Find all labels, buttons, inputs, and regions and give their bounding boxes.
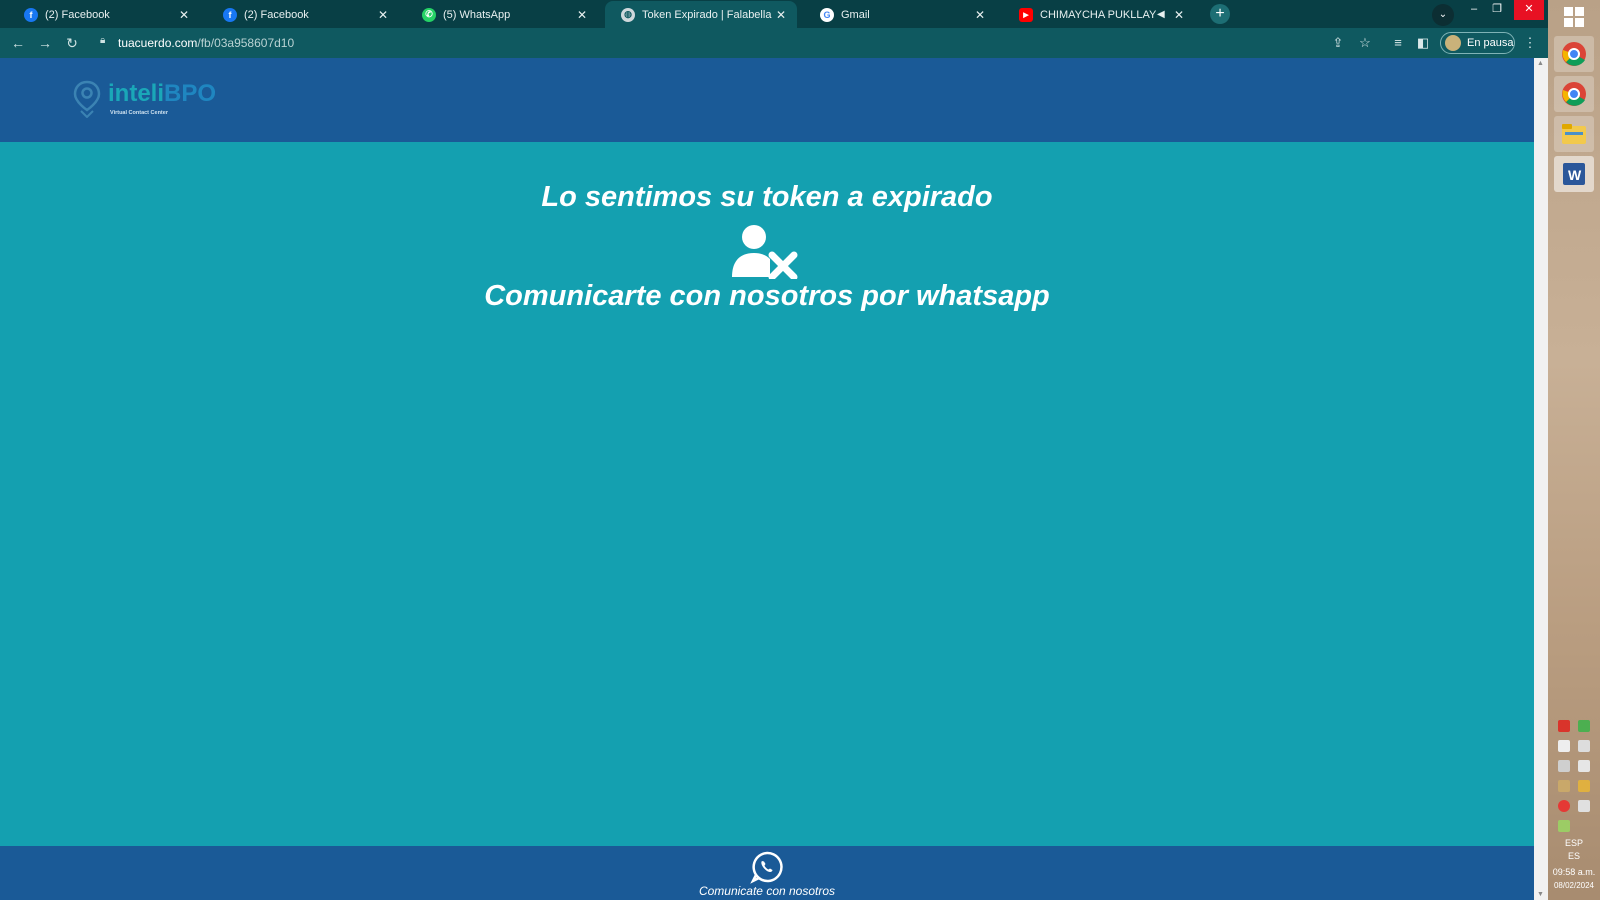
speaker-muted-icon[interactable]: ◀ — [1157, 9, 1171, 20]
svg-text:W: W — [1568, 167, 1582, 183]
language-indicator[interactable]: ESP — [1548, 838, 1600, 848]
window-close-button[interactable]: ✕ — [1514, 0, 1544, 20]
whatsapp-icon[interactable] — [750, 850, 784, 884]
tray-app-icon[interactable] — [1558, 760, 1570, 772]
site-header: inteli BPO Virtual Contact Center — [0, 58, 1534, 142]
tab-search-button[interactable]: ⌄ — [1432, 4, 1454, 26]
youtube-icon: ▶ — [1019, 7, 1033, 22]
tab-youtube[interactable]: ▶ CHIMAYCHA PUKLLAYCHA 2 ◀ ✕ — [1003, 1, 1195, 28]
new-tab-button[interactable]: + — [1210, 4, 1230, 24]
side-panel-icon[interactable]: ◧ — [1414, 34, 1432, 52]
keyboard-layout[interactable]: ES — [1548, 851, 1600, 861]
close-tab-icon[interactable]: ✕ — [972, 8, 988, 22]
windows-taskbar: W ESP ES 09:58 a.m. 08/02/2024 — [1548, 0, 1600, 900]
reload-button[interactable]: ↻ — [61, 32, 83, 54]
restore-button[interactable]: ❐ — [1483, 0, 1511, 20]
menu-icon[interactable]: ⋮ — [1521, 34, 1539, 52]
tab-title: (2) Facebook — [244, 8, 309, 21]
chrome-app-icon[interactable] — [1554, 36, 1594, 72]
bookmark-star-icon[interactable]: ☆ — [1356, 34, 1374, 52]
tray-app-icon[interactable] — [1558, 720, 1570, 732]
tab-title: Token Expirado | Falabella — [642, 8, 772, 21]
whatsapp-icon: ✆ — [422, 7, 436, 22]
site-footer[interactable]: Comunicate con nosotros — [0, 846, 1534, 900]
tab-whatsapp[interactable]: ✆ (5) WhatsApp ✕ — [406, 1, 598, 28]
word-app-icon[interactable]: W — [1554, 156, 1594, 192]
logo[interactable]: inteli BPO Virtual Contact Center — [72, 80, 216, 118]
logo-tagline: Virtual Contact Center — [110, 110, 168, 116]
tab-token-expirado[interactable]: ◍ Token Expirado | Falabella ✕ — [605, 1, 797, 28]
tab-gmail[interactable]: G Gmail ✕ — [804, 1, 996, 28]
tray-app-icon[interactable] — [1558, 800, 1570, 812]
browser-toolbar: ← → ↻ 🔒︎ tuacuerdo.com/fb/03a958607d10 ⇪… — [0, 28, 1548, 58]
tray-app-icon[interactable] — [1578, 800, 1590, 812]
tab-title: (2) Facebook — [45, 8, 110, 21]
lock-icon[interactable]: 🔒︎ — [100, 35, 105, 46]
avatar — [1445, 35, 1461, 51]
clock-time[interactable]: 09:58 a.m. — [1548, 867, 1600, 877]
windows-start-icon[interactable] — [1563, 6, 1585, 28]
url-path: /fb/03a958607d10 — [197, 36, 295, 50]
page-scrollbar[interactable]: ▲ ▼ — [1534, 58, 1548, 900]
scroll-up-icon[interactable]: ▲ — [1537, 60, 1544, 67]
tab-facebook-2[interactable]: f (2) Facebook ✕ — [207, 1, 399, 28]
tray-app-icon[interactable] — [1558, 820, 1570, 832]
logo-text-inteli: inteli — [108, 80, 165, 107]
media-control-icon[interactable]: ≡ — [1389, 34, 1407, 52]
tab-title: CHIMAYCHA PUKLLAYCHA 2 — [1040, 8, 1157, 21]
tray-app-icon[interactable] — [1558, 780, 1570, 792]
google-icon: G — [820, 7, 834, 22]
tray-app-icon[interactable] — [1578, 780, 1590, 792]
page-content: inteli BPO Virtual Contact Center Lo sent… — [0, 58, 1534, 900]
close-tab-icon[interactable]: ✕ — [773, 8, 789, 22]
page-subtitle: Comunicarte con nosotros por whatsapp — [484, 280, 1050, 312]
tray-app-icon[interactable] — [1578, 720, 1590, 732]
back-button[interactable]: ← — [7, 32, 29, 54]
user-remove-icon — [732, 225, 798, 279]
facebook-icon: f — [223, 7, 237, 22]
profile-button[interactable]: En pausa — [1440, 32, 1515, 54]
share-icon[interactable]: ⇪ — [1329, 34, 1347, 52]
close-tab-icon[interactable]: ✕ — [574, 8, 590, 22]
tab-title: (5) WhatsApp — [443, 8, 511, 21]
tab-facebook-1[interactable]: f (2) Facebook ✕ — [8, 1, 200, 28]
logo-text-bpo: BPO — [164, 80, 217, 107]
clock-date[interactable]: 08/02/2024 — [1548, 881, 1600, 890]
forward-button[interactable]: → — [34, 32, 56, 54]
whatsapp-contact-label[interactable]: Comunicate con nosotros — [0, 884, 1534, 898]
tab-title: Gmail — [841, 8, 870, 21]
tray-app-icon[interactable] — [1558, 740, 1570, 752]
profile-status: En pausa — [1467, 37, 1514, 49]
globe-icon: ◍ — [621, 7, 635, 22]
scroll-down-icon[interactable]: ▼ — [1537, 891, 1544, 898]
tray-volume-icon[interactable] — [1578, 760, 1590, 772]
page-title: Lo sentimos su token a expirado — [541, 181, 993, 213]
location-pin-icon — [73, 80, 101, 118]
file-explorer-icon[interactable] — [1554, 116, 1594, 152]
facebook-icon: f — [24, 7, 38, 22]
close-tab-icon[interactable]: ✕ — [176, 8, 192, 22]
close-tab-icon[interactable]: ✕ — [1171, 8, 1187, 22]
url-domain: tuacuerdo.com — [118, 36, 198, 50]
browser-tab-strip: f (2) Facebook ✕ f (2) Facebook ✕ ✆ (5) … — [0, 0, 1548, 28]
close-tab-icon[interactable]: ✕ — [375, 8, 391, 22]
address-bar[interactable]: tuacuerdo.com/fb/03a958607d10 — [118, 36, 294, 50]
chrome-app-icon-2[interactable] — [1554, 76, 1594, 112]
tray-network-icon[interactable] — [1578, 740, 1590, 752]
